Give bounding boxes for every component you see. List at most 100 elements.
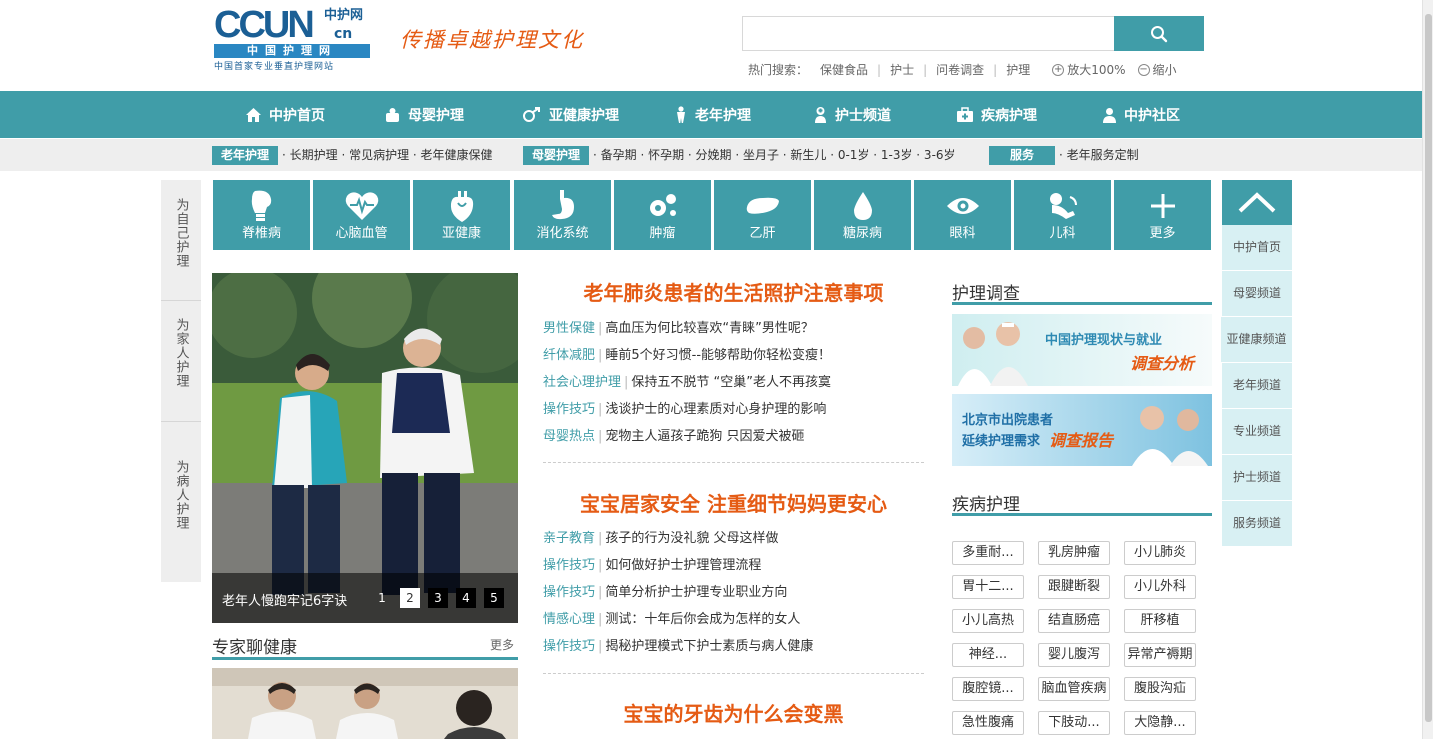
side-tab-patient[interactable]: 为病人护理 (161, 460, 201, 530)
disease-tag[interactable]: 异常产褥期 (1124, 643, 1196, 667)
float-nav-item[interactable]: 服务频道 (1222, 501, 1292, 547)
disease-tag[interactable]: 婴儿腹泻 (1038, 643, 1110, 667)
nav-item-community[interactable]: 中护社区 (1102, 91, 1180, 138)
news-item-title[interactable]: 测试：十年后你会成为怎样的女人 (605, 612, 800, 627)
news-item-title[interactable]: 睡前5个好习惯--能够帮助你轻松变瘦！ (605, 348, 831, 363)
slide-caption[interactable]: 老年人慢跑牢记6字诀 (222, 590, 347, 609)
news-item-category[interactable]: 操作技巧 (543, 402, 595, 417)
news-item-title[interactable]: 简单分析护士护理专业职业方向 (605, 585, 787, 600)
slide-page-button[interactable]: 4 (456, 588, 476, 608)
news-item-title[interactable]: 浅谈护士的心理素质对心身护理的影响 (605, 402, 826, 417)
news-item[interactable]: 男性保健 | 高血压为何比较喜欢“青睐”男性呢？ (543, 320, 814, 338)
news-item-category[interactable]: 操作技巧 (543, 639, 595, 654)
disease-tag[interactable]: 胃十二... (952, 575, 1024, 599)
news-item[interactable]: 亲子教育 | 孩子的行为没礼貌 父母这样做 (543, 530, 779, 548)
news-item-title[interactable]: 揭秘护理模式下护士素质与病人健康 (605, 639, 813, 654)
news-item[interactable]: 操作技巧 | 揭秘护理模式下护士素质与病人健康 (543, 638, 813, 656)
disease-tag[interactable]: 跟腱断裂 (1038, 575, 1110, 599)
nav-item-nurse[interactable]: 护士频道 (813, 91, 891, 138)
disease-tag[interactable]: 小儿外科 (1124, 575, 1196, 599)
site-logo[interactable]: CCUN 中护网 cn 中国护理网 中国首家专业垂直护理网站 (214, 6, 374, 76)
subnav-tag-maternal[interactable]: 母婴护理 (523, 146, 589, 165)
news-item-title[interactable]: 如何做好护士护理管理流程 (605, 558, 761, 573)
category-tile-more[interactable]: 更多 (1114, 180, 1211, 250)
float-nav-item[interactable]: 老年频道 (1222, 363, 1292, 409)
subnav-links-service[interactable]: · 老年服务定制 (1059, 147, 1139, 164)
news-item[interactable]: 社会心理护理 | 保持五不脱节 “空巢”老人不再孩寞 (543, 374, 831, 392)
news-item[interactable]: 操作技巧 | 如何做好护士护理管理流程 (543, 557, 761, 575)
float-nav-item[interactable]: 中护首页 (1222, 225, 1292, 271)
category-tile-tumor[interactable]: 肿瘤 (614, 180, 711, 250)
disease-tag[interactable]: 脑血管疾病 (1038, 677, 1110, 701)
expert-more-link[interactable]: 更多 (490, 636, 514, 653)
news-item[interactable]: 纤体减肥 | 睡前5个好习惯--能够帮助你轻松变瘦！ (543, 347, 831, 365)
news-item-title[interactable]: 孩子的行为没礼貌 父母这样做 (605, 531, 778, 546)
category-tile-diabetes[interactable]: 糖尿病 (814, 180, 911, 250)
disease-tag[interactable]: 腹股沟疝 (1124, 677, 1196, 701)
search-button[interactable] (1114, 16, 1204, 51)
news-item[interactable]: 母婴热点 | 宠物主人逼孩子跪狗 只因爱犬被砸 (543, 428, 805, 446)
news-headline[interactable]: 宝宝居家安全 注重细节妈妈更安心 (543, 488, 924, 517)
hot-search-link[interactable]: 保健食品 (820, 61, 868, 78)
disease-tag[interactable]: 小儿肺炎 (1124, 541, 1196, 565)
nav-item-elderly[interactable]: 老年护理 (674, 91, 751, 138)
slide-page-button[interactable]: 1 (372, 588, 392, 608)
disease-tag[interactable]: 急性腹痛 (952, 711, 1024, 735)
news-item-category[interactable]: 男性保健 (543, 321, 595, 336)
subnav-tag-service[interactable]: 服务 (989, 146, 1055, 165)
side-tab-family[interactable]: 为家人护理 (161, 318, 201, 388)
nav-item-disease[interactable]: 疾病护理 (956, 91, 1037, 138)
float-nav-item[interactable]: 亚健康频道 (1221, 317, 1292, 363)
page-scrollbar[interactable] (1422, 0, 1433, 739)
news-headline[interactable]: 老年肺炎患者的生活照护注意事项 (543, 277, 924, 306)
slide-page-button[interactable]: 3 (428, 588, 448, 608)
disease-tag[interactable]: 结直肠癌 (1038, 609, 1110, 633)
disease-tag[interactable]: 乳房肿瘤 (1038, 541, 1110, 565)
news-item[interactable]: 情感心理 | 测试：十年后你会成为怎样的女人 (543, 611, 800, 629)
disease-tag[interactable]: 多重耐... (952, 541, 1024, 565)
news-item-category[interactable]: 亲子教育 (543, 531, 595, 546)
news-item-category[interactable]: 情感心理 (543, 612, 595, 627)
subnav-links-maternal[interactable]: · 备孕期 · 怀孕期 · 分娩期 · 坐月子 · 新生儿 · 0-1岁 · 1… (593, 147, 956, 164)
slide-page-button[interactable]: 5 (484, 588, 504, 608)
nav-item-home[interactable]: 中护首页 (245, 91, 325, 138)
scrollbar-thumb[interactable] (1425, 14, 1432, 722)
search-input[interactable] (742, 16, 1115, 51)
survey-banner-discharge[interactable]: 北京市出院患者 延续护理需求 调查报告 (952, 394, 1212, 466)
category-tile-pediatrics[interactable]: 儿科 (1014, 180, 1111, 250)
disease-tag[interactable]: 肝移植 (1124, 609, 1196, 633)
subnav-tag-elderly[interactable]: 老年护理 (212, 146, 278, 165)
slide-page-button-active[interactable]: 2 (400, 588, 420, 608)
news-item[interactable]: 操作技巧 | 浅谈护士的心理素质对心身护理的影响 (543, 401, 826, 419)
hot-search-link[interactable]: 护理 (1006, 61, 1030, 78)
category-tile-ophthalmology[interactable]: 眼科 (914, 180, 1011, 250)
news-item-category[interactable]: 社会心理护理 (543, 375, 621, 390)
disease-tag[interactable]: 大隐静... (1124, 711, 1196, 735)
category-tile-cardio[interactable]: 心脑血管 (313, 180, 410, 250)
expert-photo[interactable] (212, 668, 518, 739)
disease-tag[interactable]: 神经... (952, 643, 1024, 667)
subnav-links-elderly[interactable]: · 长期护理 · 常见病护理 · 老年健康保健 (282, 147, 493, 164)
float-nav-item[interactable]: 母婴频道 (1222, 271, 1292, 317)
category-tile-hepatitis[interactable]: 乙肝 (714, 180, 811, 250)
hot-search-link[interactable]: 问卷调查 (936, 61, 984, 78)
news-item-title[interactable]: 保持五不脱节 “空巢”老人不再孩寞 (631, 375, 831, 390)
news-item-category[interactable]: 纤体减肥 (543, 348, 595, 363)
news-headline[interactable]: 宝宝的牙齿为什么会变黑 (543, 698, 924, 727)
disease-tag[interactable]: 下肢动... (1038, 711, 1110, 735)
category-tile-spine[interactable]: 脊椎病 (213, 180, 310, 250)
category-tile-digestive[interactable]: 消化系统 (514, 180, 611, 250)
survey-banner-employment[interactable]: 中国护理现状与就业 调查分析 (952, 314, 1212, 386)
news-item[interactable]: 操作技巧 | 简单分析护士护理专业职业方向 (543, 584, 787, 602)
slideshow[interactable]: 老年人慢跑牢记6字诀 1 2 3 4 5 (212, 273, 518, 623)
disease-tag[interactable]: 腹腔镜... (952, 677, 1024, 701)
side-tab-self[interactable]: 为自己护理 (161, 198, 201, 268)
nav-item-maternal[interactable]: 母婴护理 (384, 91, 464, 138)
nav-item-subhealth[interactable]: 亚健康护理 (522, 91, 619, 138)
float-nav-item[interactable]: 专业频道 (1222, 409, 1292, 455)
hot-search-link[interactable]: 护士 (890, 61, 914, 78)
news-item-title[interactable]: 宠物主人逼孩子跪狗 只因爱犬被砸 (605, 429, 804, 444)
news-item-category[interactable]: 母婴热点 (543, 429, 595, 444)
disease-tag[interactable]: 小儿高热 (952, 609, 1024, 633)
back-to-top-button[interactable] (1222, 180, 1292, 225)
